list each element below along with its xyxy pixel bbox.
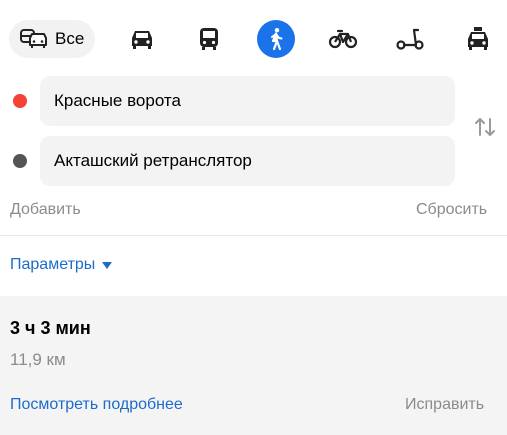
scooter-icon <box>395 27 425 51</box>
swap-points-button[interactable] <box>472 114 498 140</box>
bus-icon <box>196 26 222 52</box>
fix-route-link[interactable]: Исправить <box>405 396 484 414</box>
mode-all-label: Все <box>55 29 85 48</box>
swap-arrows-icon <box>472 118 498 144</box>
route-result-card[interactable] <box>0 296 507 435</box>
parameters-toggle[interactable]: Параметры <box>10 256 113 274</box>
divider <box>0 235 507 236</box>
mode-bus-button[interactable] <box>190 20 228 58</box>
reset-button[interactable]: Сбросить <box>416 201 487 219</box>
mode-car-button[interactable] <box>123 20 161 58</box>
route-duration: 3 ч 3 мин <box>10 318 91 338</box>
point-b-field[interactable]: Акташский ретранслятор <box>40 136 455 186</box>
pedestrian-icon <box>266 27 286 51</box>
mode-scooter-button[interactable] <box>391 20 429 58</box>
route-distance: 11,9 км <box>10 350 66 369</box>
view-details-link[interactable]: Посмотреть подробнее <box>10 396 183 414</box>
parameters-label: Параметры <box>10 256 96 273</box>
point-a-marker <box>13 94 27 108</box>
bicycle-icon <box>328 27 358 51</box>
taxi-icon <box>464 26 492 52</box>
mode-pedestrian-button[interactable] <box>257 20 295 58</box>
transport-mode-bar: Все <box>0 0 507 78</box>
point-b-text: Акташский ретранслятор <box>54 151 252 170</box>
point-b-marker <box>13 154 27 168</box>
point-a-field[interactable]: Красные ворота <box>40 76 455 126</box>
mode-bicycle-button[interactable] <box>324 20 362 58</box>
multimodal-icon <box>19 27 49 51</box>
caret-down-icon <box>102 261 113 269</box>
point-a-text: Красные ворота <box>54 91 181 110</box>
mode-all-button[interactable]: Все <box>9 20 95 58</box>
car-icon <box>128 27 156 51</box>
mode-taxi-button[interactable] <box>459 20 497 58</box>
add-point-button[interactable]: Добавить <box>10 201 81 219</box>
